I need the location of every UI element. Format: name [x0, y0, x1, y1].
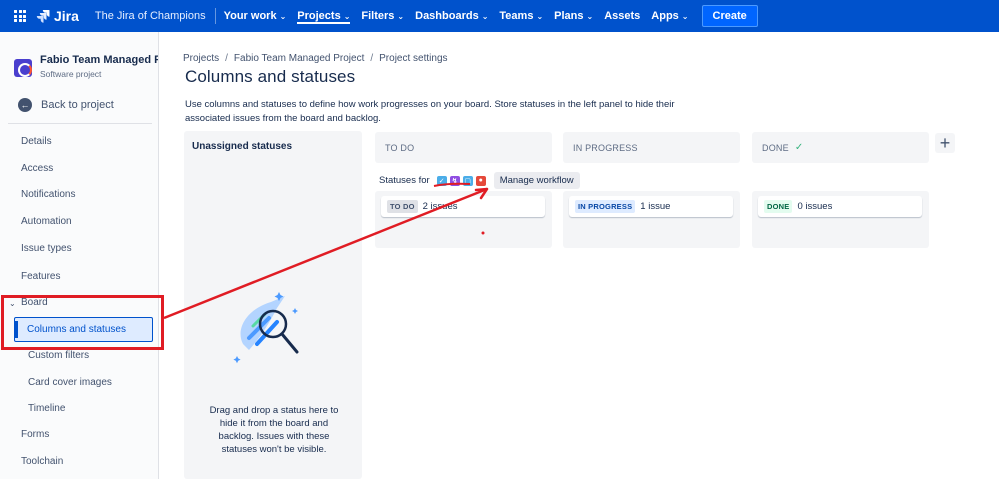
annotation-highlight-box	[1, 295, 164, 350]
add-column-button[interactable]: +	[935, 133, 955, 153]
column-header-in-progress[interactable]: IN PROGRESS	[563, 132, 740, 163]
nav-your-work[interactable]: Your work ⌄	[224, 10, 287, 22]
issue-count: 0 issues	[797, 201, 833, 212]
top-navigation: Jira The Jira of Champions Your work ⌄ Pro…	[0, 0, 999, 32]
breadcrumb-separator: /	[225, 53, 228, 64]
story-icon: ▢	[462, 175, 473, 186]
unassigned-statuses-panel[interactable]: Unassigned statuses Drag and drop a stat…	[184, 131, 362, 479]
chevron-down-icon: ⌄	[586, 11, 594, 21]
drop-zone-illustration-icon	[233, 292, 299, 364]
bug-icon: ●	[475, 175, 486, 186]
breadcrumb: Projects / Fabio Team Managed Project / …	[183, 53, 448, 64]
statuses-for-row: Statuses for ✓ ↯ ▢ ● Manage workflow	[379, 172, 580, 189]
status-lozenge: IN PROGRESS	[575, 200, 636, 213]
nav-label: Filters	[361, 10, 395, 22]
app-switcher-icon[interactable]	[14, 10, 26, 22]
page-description: Use columns and statuses to define how w…	[185, 99, 675, 124]
issue-count: 1 issue	[640, 201, 671, 212]
project-name: Fabio Team Managed Pr...	[40, 54, 158, 66]
sidebar-divider	[8, 123, 152, 124]
nav-apps[interactable]: Apps ⌄	[651, 10, 688, 22]
subtask-icon: ↯	[449, 175, 460, 186]
nav-teams[interactable]: Teams ⌄	[499, 10, 543, 22]
chevron-down-icon: ⌄	[681, 11, 689, 21]
back-to-project-link[interactable]: ← Back to project	[18, 98, 114, 112]
sidebar-item-notifications[interactable]: Notifications	[21, 189, 75, 200]
sidebar-item-details[interactable]: Details	[21, 136, 52, 147]
column-title: IN PROGRESS	[573, 142, 638, 153]
unassigned-hint: Drag and drop a status here to hide it f…	[209, 405, 339, 455]
nav-projects[interactable]: Projects ⌄	[297, 8, 351, 24]
column-title: TO DO	[385, 142, 415, 153]
nav-dashboards[interactable]: Dashboards ⌄	[415, 10, 488, 22]
nav-label: Your work	[223, 10, 277, 22]
nav-plans[interactable]: Plans ⌄	[554, 10, 593, 22]
column-header-done[interactable]: DONE ✓	[752, 132, 929, 163]
column-title: DONE	[762, 142, 789, 153]
nav-label: Projects	[297, 10, 341, 22]
sidebar-item-timeline[interactable]: Timeline	[28, 403, 65, 414]
sidebar-item-issue-types[interactable]: Issue types	[21, 243, 72, 254]
instance-name[interactable]: The Jira of Champions	[95, 10, 206, 22]
chevron-down-icon: ⌄	[536, 11, 544, 21]
nav-divider	[214, 8, 216, 24]
back-to-project-label: Back to project	[41, 99, 114, 111]
project-settings-sidebar: Fabio Team Managed Pr... Software projec…	[0, 32, 159, 479]
nav-label: Teams	[499, 10, 534, 22]
done-check-icon: ✓	[794, 142, 804, 153]
breadcrumb-projects[interactable]: Projects	[183, 53, 219, 64]
manage-workflow-button[interactable]: Manage workflow	[493, 172, 580, 189]
chevron-down-icon: ⌄	[279, 11, 287, 21]
breadcrumb-separator: /	[370, 53, 374, 64]
nav-label: Plans	[554, 10, 584, 22]
unassigned-statuses-title: Unassigned statuses	[192, 141, 293, 152]
sidebar-item-custom-filters[interactable]: Custom filters	[28, 350, 89, 361]
status-card-todo[interactable]: TO DO 2 issues	[381, 196, 545, 217]
page-title: Columns and statuses	[185, 67, 356, 86]
column-header-todo[interactable]: TO DO	[375, 132, 552, 163]
chevron-down-icon: ⌄	[397, 11, 405, 21]
project-header[interactable]: Fabio Team Managed Pr... Software projec…	[14, 54, 158, 79]
status-lozenge: DONE	[764, 200, 793, 213]
sidebar-item-card-cover-images[interactable]: Card cover images	[28, 377, 112, 388]
project-type: Software project	[40, 69, 102, 79]
status-card-in-progress[interactable]: IN PROGRESS 1 issue	[569, 196, 733, 217]
chevron-down-icon: ⌄	[343, 11, 351, 21]
nav-assets[interactable]: Assets	[604, 10, 640, 22]
jira-logo-icon	[36, 10, 50, 23]
sidebar-item-toolchain[interactable]: Toolchain	[21, 456, 63, 467]
product-name: Jira	[54, 8, 79, 24]
sidebar-item-forms[interactable]: Forms	[21, 429, 49, 440]
issue-count: 2 issues	[422, 201, 458, 212]
column-body-todo[interactable]: TO DO 2 issues	[375, 191, 552, 248]
statuses-for-label: Statuses for	[379, 175, 430, 186]
task-icon: ✓	[436, 175, 447, 186]
status-card-done[interactable]: DONE 0 issues	[758, 196, 922, 217]
nav-filters[interactable]: Filters ⌄	[361, 10, 404, 22]
breadcrumb-project[interactable]: Fabio Team Managed Project	[234, 53, 364, 64]
project-avatar	[14, 59, 32, 77]
primary-nav: Your work ⌄ Projects ⌄ Filters ⌄ Dashboards ⌄ Te…	[224, 8, 700, 24]
create-button[interactable]: Create	[701, 5, 758, 27]
column-body-done[interactable]: DONE 0 issues	[752, 191, 929, 248]
nav-label: Assets	[604, 10, 641, 22]
nav-label: Apps	[651, 10, 679, 22]
status-lozenge: TO DO	[387, 200, 418, 213]
jira-logo[interactable]: Jira	[36, 8, 79, 24]
breadcrumb-project-settings[interactable]: Project settings	[379, 53, 447, 64]
nav-label: Dashboards	[415, 10, 479, 22]
arrow-left-icon: ←	[18, 98, 32, 112]
sidebar-item-access[interactable]: Access	[21, 163, 53, 174]
sidebar-item-automation[interactable]: Automation	[21, 216, 72, 227]
sidebar-item-features[interactable]: Features	[21, 271, 60, 282]
chevron-down-icon: ⌄	[481, 11, 489, 21]
column-body-in-progress[interactable]: IN PROGRESS 1 issue	[563, 191, 740, 248]
